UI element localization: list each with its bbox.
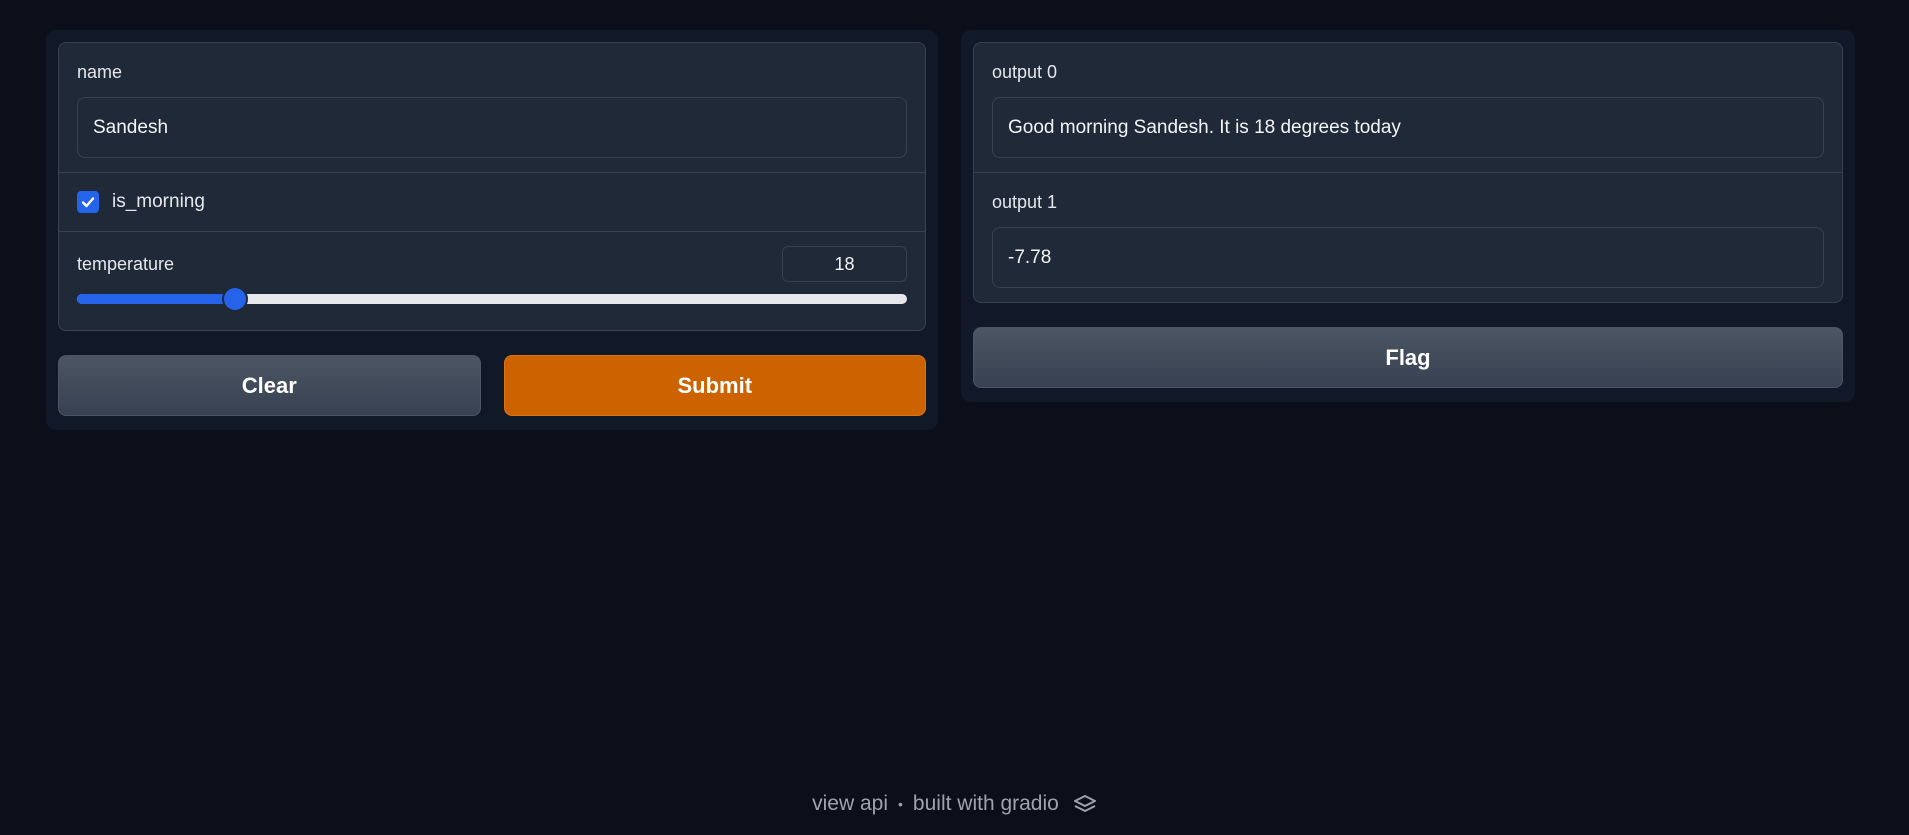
is-morning-label: is_morning — [112, 191, 205, 212]
footer: view api • built with gradio — [0, 792, 1909, 816]
name-input[interactable] — [77, 97, 907, 158]
name-block: name — [59, 43, 925, 173]
check-icon — [81, 197, 95, 208]
output-1-block: output 1 -7.78 — [974, 173, 1842, 302]
temperature-number-input[interactable]: 18 — [782, 246, 907, 282]
gradio-app: name is_morning temperature 18 — [0, 0, 1909, 835]
is-morning-block[interactable]: is_morning — [59, 173, 925, 232]
gradio-logo-icon[interactable] — [1073, 794, 1097, 814]
action-buttons: Clear Submit — [58, 355, 926, 416]
output-panel: output 0 Good morning Sandesh. It is 18 … — [961, 30, 1855, 402]
temperature-header: temperature 18 — [77, 246, 907, 282]
output-1-label: output 1 — [992, 192, 1058, 212]
input-panel: name is_morning temperature 18 — [46, 30, 938, 430]
clear-button[interactable]: Clear — [58, 355, 481, 416]
output-0-label: output 0 — [992, 62, 1058, 82]
output-form: output 0 Good morning Sandesh. It is 18 … — [973, 42, 1843, 303]
temperature-slider[interactable] — [77, 288, 907, 310]
footer-separator: • — [898, 796, 903, 812]
name-label: name — [77, 62, 123, 82]
submit-button[interactable]: Submit — [503, 355, 926, 416]
output-0-block: output 0 Good morning Sandesh. It is 18 … — [974, 43, 1842, 173]
temperature-slider-fill — [77, 294, 235, 304]
flag-button[interactable]: Flag — [973, 327, 1843, 388]
temperature-label: temperature — [77, 254, 175, 274]
view-api-link[interactable]: view api — [812, 792, 888, 816]
temperature-block: temperature 18 — [59, 232, 925, 330]
output-0-textbox[interactable]: Good morning Sandesh. It is 18 degrees t… — [992, 97, 1824, 158]
gradio-logo-svg — [1073, 795, 1096, 812]
built-with-gradio-link[interactable]: built with gradio — [913, 792, 1059, 816]
temperature-slider-thumb[interactable] — [223, 288, 246, 310]
output-1-textbox[interactable]: -7.78 — [992, 227, 1824, 288]
input-form: name is_morning temperature 18 — [58, 42, 926, 331]
flag-row: Flag — [973, 327, 1843, 388]
is-morning-checkbox[interactable] — [77, 191, 99, 213]
